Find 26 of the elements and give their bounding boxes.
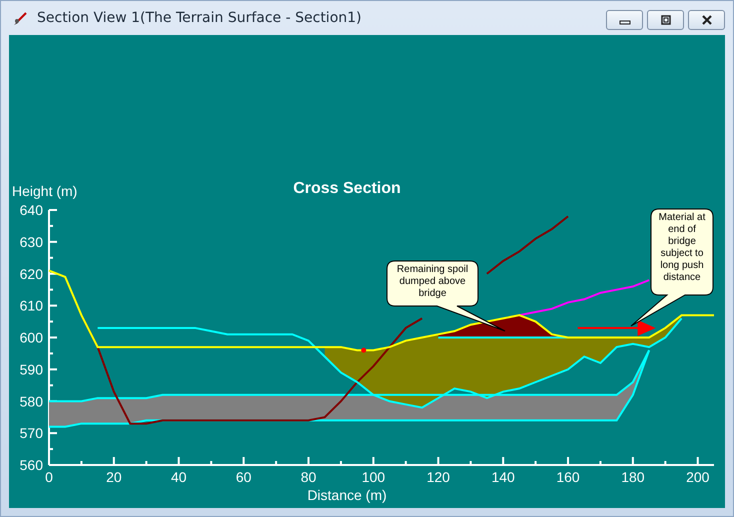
axis-tick-label: 40 — [170, 469, 187, 485]
axis-tick-label: 120 — [426, 469, 450, 485]
axis-tick-label: 590 — [20, 361, 43, 378]
callout-text: Remaining spoil dumped above bridge — [396, 264, 470, 300]
axis-tick-label: 570 — [20, 425, 43, 442]
axis-tick-label: 620 — [20, 266, 43, 282]
axis-tick-label: 0 — [45, 469, 53, 485]
axis-tick-label: 640 — [20, 202, 43, 218]
axis-tick-label: 60 — [236, 469, 252, 485]
y-axis-title: Height (m) — [12, 183, 78, 199]
axis-tick-label: 20 — [106, 469, 122, 485]
axis-tick-label: 560 — [20, 457, 43, 473]
axis-tick-label: 600 — [20, 330, 43, 346]
axis-tick-label: 580 — [20, 393, 43, 410]
axis-tick-label: 140 — [491, 469, 515, 485]
axis-tick-label: 160 — [556, 469, 580, 485]
window-title: Section View 1(The Terrain Surface - Section1) — [37, 10, 363, 26]
axis-tick-label: 200 — [686, 469, 710, 485]
axis-tick-label: 80 — [300, 469, 316, 485]
axis-tick-label: 630 — [20, 234, 43, 250]
chart-title: Cross Section — [293, 180, 401, 197]
axis-tick-label: 610 — [20, 298, 43, 314]
axis-tick-label: 100 — [362, 469, 386, 485]
x-axis-title: Distance (m) — [307, 487, 387, 503]
axis-tick-label: 180 — [621, 469, 645, 485]
callout-text: Material at end of bridge subject to long push distance — [658, 212, 706, 284]
